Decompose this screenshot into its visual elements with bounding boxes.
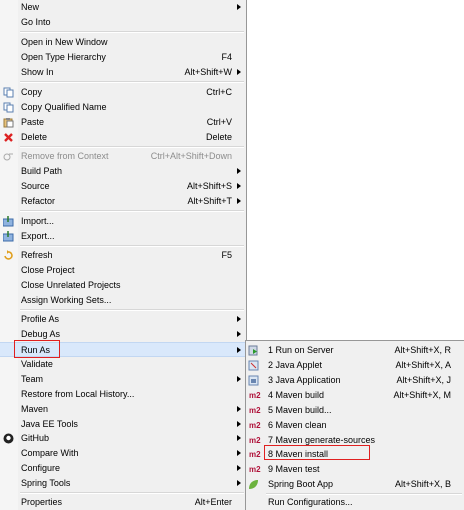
submenu-item-java-applet[interactable]: 2 Java Applet Alt+Shift+X, A	[246, 358, 464, 373]
menu-item-assign-working-sets[interactable]: Assign Working Sets...	[0, 293, 246, 308]
maven-m2-icon: m2	[249, 436, 261, 445]
menu-item-go-into[interactable]: Go Into	[0, 15, 246, 30]
maven-m2-icon: m2	[249, 421, 261, 430]
submenu-arrow-icon	[237, 69, 241, 75]
maven-m2-icon: m2	[249, 406, 261, 415]
menu-item-team[interactable]: Team	[0, 372, 246, 387]
menu-item-refactor[interactable]: Refactor Alt+Shift+T	[0, 194, 246, 209]
paste-icon	[3, 117, 14, 128]
refresh-icon	[3, 250, 14, 261]
submenu-arrow-icon	[237, 435, 241, 441]
submenu-arrow-icon	[237, 450, 241, 456]
submenu-arrow-icon	[237, 480, 241, 486]
menu-item-copy[interactable]: Copy Ctrl+C	[0, 85, 246, 100]
menu-item-source[interactable]: Source Alt+Shift+S	[0, 179, 246, 194]
menu-item-run-as[interactable]: Run As	[0, 342, 246, 357]
menu-item-profile-as[interactable]: Profile As	[0, 312, 246, 327]
submenu-item-maven-generate-sources[interactable]: m2 7 Maven generate-sources	[246, 433, 464, 448]
menu-item-copy-qualified-name[interactable]: Copy Qualified Name	[0, 100, 246, 115]
menu-item-debug-as[interactable]: Debug As	[0, 327, 246, 342]
menu-separator	[20, 492, 244, 494]
menu-item-validate[interactable]: Validate	[0, 357, 246, 372]
menu-item-open-type-hierarchy[interactable]: Open Type Hierarchy F4	[0, 50, 246, 65]
menu-separator	[20, 81, 244, 83]
submenu-item-maven-test[interactable]: m2 9 Maven test	[246, 462, 464, 477]
menu-item-build-path[interactable]: Build Path	[0, 164, 246, 179]
menu-separator	[20, 245, 244, 247]
menu-separator	[20, 210, 244, 212]
run-on-server-icon	[248, 345, 259, 356]
menu-item-github[interactable]: GitHub	[0, 431, 246, 446]
run-as-submenu: 1 Run on Server Alt+Shift+X, R 2 Java App…	[245, 340, 464, 510]
copy-qualified-name-icon	[3, 102, 14, 113]
context-menu: New Go Into Open in New Window Open Type…	[0, 0, 247, 510]
spring-leaf-icon	[248, 479, 259, 490]
menu-item-java-ee-tools[interactable]: Java EE Tools	[0, 417, 246, 432]
menu-item-import[interactable]: Import...	[0, 214, 246, 229]
menu-item-paste[interactable]: Paste Ctrl+V	[0, 115, 246, 130]
submenu-arrow-icon	[237, 183, 241, 189]
java-application-icon	[248, 375, 259, 386]
submenu-arrow-icon	[237, 421, 241, 427]
maven-m2-icon: m2	[249, 450, 261, 459]
submenu-arrow-icon	[237, 331, 241, 337]
submenu-arrow-icon	[237, 347, 241, 353]
submenu-item-run-configurations[interactable]: Run Configurations...	[246, 495, 464, 510]
menu-item-refresh[interactable]: Refresh F5	[0, 248, 246, 263]
submenu-item-spring-boot-app[interactable]: Spring Boot App Alt+Shift+X, B	[246, 477, 464, 492]
submenu-arrow-icon	[237, 168, 241, 174]
submenu-item-maven-clean[interactable]: m2 6 Maven clean	[246, 418, 464, 433]
import-icon	[2, 216, 14, 227]
submenu-arrow-icon	[237, 406, 241, 412]
copy-icon	[3, 87, 14, 98]
menu-item-spring-tools[interactable]: Spring Tools	[0, 476, 246, 491]
menu-item-open-in-new-window[interactable]: Open in New Window	[0, 35, 246, 50]
github-icon	[3, 433, 14, 444]
maven-m2-icon: m2	[249, 465, 261, 474]
menu-item-delete[interactable]: Delete Delete	[0, 130, 246, 145]
menu-separator	[20, 31, 244, 33]
menu-item-show-in[interactable]: Show In Alt+Shift+W	[0, 65, 246, 80]
remove-from-context-icon	[3, 151, 14, 162]
menu-item-compare-with[interactable]: Compare With	[0, 446, 246, 461]
submenu-arrow-icon	[237, 376, 241, 382]
delete-icon	[3, 132, 14, 143]
menu-item-maven[interactable]: Maven	[0, 402, 246, 417]
submenu-arrow-icon	[237, 4, 241, 10]
menu-item-configure[interactable]: Configure	[0, 461, 246, 476]
menu-item-remove-from-context[interactable]: Remove from Context Ctrl+Alt+Shift+Down	[0, 149, 246, 164]
export-icon	[2, 231, 14, 242]
submenu-arrow-icon	[237, 316, 241, 322]
submenu-item-java-application[interactable]: 3 Java Application Alt+Shift+X, J	[246, 373, 464, 388]
menu-item-restore-from-local-history[interactable]: Restore from Local History...	[0, 387, 246, 402]
menu-separator	[20, 146, 244, 148]
maven-m2-icon: m2	[249, 391, 261, 400]
submenu-item-run-on-server[interactable]: 1 Run on Server Alt+Shift+X, R	[246, 343, 464, 358]
menu-item-properties[interactable]: Properties Alt+Enter	[0, 495, 246, 510]
submenu-arrow-icon	[237, 198, 241, 204]
menu-item-export[interactable]: Export...	[0, 229, 246, 244]
menu-item-close-unrelated-projects[interactable]: Close Unrelated Projects	[0, 278, 246, 293]
menu-separator	[20, 309, 244, 311]
menu-item-close-project[interactable]: Close Project	[0, 263, 246, 278]
submenu-arrow-icon	[237, 465, 241, 471]
java-applet-icon	[248, 360, 259, 371]
submenu-item-maven-build-dialog[interactable]: m2 5 Maven build...	[246, 403, 464, 418]
submenu-item-maven-install[interactable]: m2 8 Maven install	[246, 447, 464, 462]
submenu-item-maven-build[interactable]: m2 4 Maven build Alt+Shift+X, M	[246, 388, 464, 403]
menu-item-new[interactable]: New	[0, 0, 246, 15]
